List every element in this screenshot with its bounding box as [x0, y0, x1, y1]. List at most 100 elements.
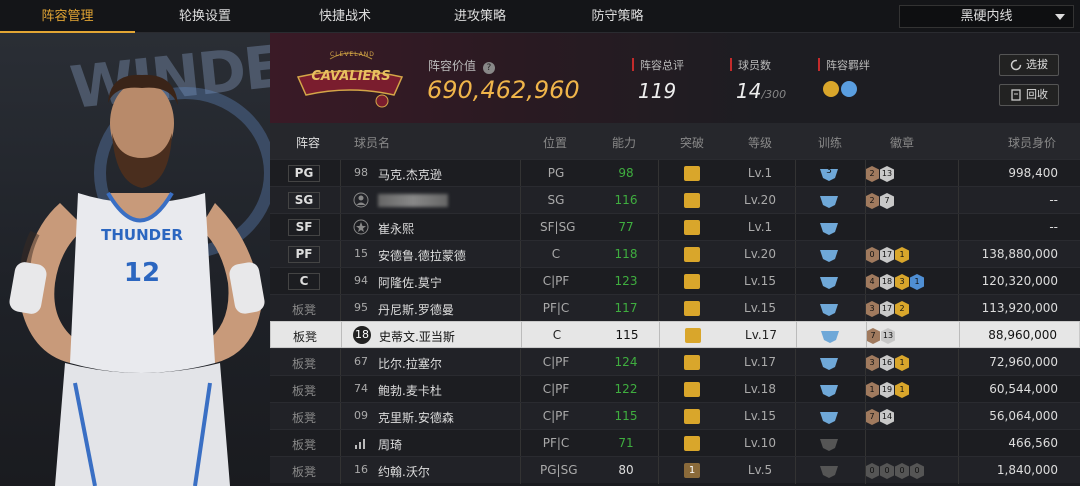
- badge-icon[interactable]: 18: [880, 274, 894, 290]
- player-level: Lv.18: [744, 382, 776, 396]
- training-icon[interactable]: [818, 220, 840, 235]
- badge-icon[interactable]: 2: [895, 301, 909, 317]
- training-icon[interactable]: [818, 463, 840, 478]
- player-ability: 124: [614, 355, 638, 369]
- player-level: Lv.5: [747, 463, 773, 477]
- table-row[interactable]: PF 15 安德鲁.德拉蒙德 C 118 Lv.20 0 17 1 138,880,000: [270, 240, 1080, 268]
- help-icon[interactable]: ?: [482, 62, 495, 74]
- training-icon[interactable]: [818, 355, 840, 370]
- player-value: 120,320,000: [981, 274, 1058, 288]
- tab-offense[interactable]: 进攻策略: [415, 0, 545, 33]
- player-position: C: [552, 328, 562, 342]
- player-position: PF|C: [542, 436, 570, 450]
- training-icon[interactable]: [818, 193, 840, 208]
- tab-lineup[interactable]: 阵容管理: [0, 0, 135, 33]
- jersey-team-text: THUNDER: [101, 226, 183, 244]
- badge-icon[interactable]: 17: [880, 301, 894, 317]
- table-row[interactable]: SF 崔永熙 SF|SG 77 Lv.1 --: [270, 213, 1080, 241]
- row-slot: 板凳: [291, 411, 316, 425]
- player-level: Lv.20: [744, 193, 776, 207]
- badge-icon[interactable]: 0: [895, 463, 909, 479]
- badge-icon[interactable]: 0: [880, 463, 894, 479]
- training-icon[interactable]: [818, 409, 840, 424]
- table-row[interactable]: 板凳 74 鲍勃.麦卡杜 C|PF 122 Lv.18 1 19 1 60,544,000: [270, 375, 1080, 403]
- header-training: 训练: [818, 136, 843, 150]
- table-row[interactable]: 板凳 16 约翰.沃尔 PG|SG 80 1 Lv.5 0 0 0 0 1,840,000: [270, 456, 1080, 484]
- badge-icon[interactable]: 2: [865, 193, 879, 209]
- player-position: C|PF: [542, 274, 570, 288]
- table-row[interactable]: 板凳 18 史蒂文.亚当斯 C 115 Lv.17 7 13 88,960,000: [270, 321, 1080, 349]
- player-value: 88,960,000: [988, 328, 1057, 342]
- badge-icon[interactable]: 3: [865, 301, 879, 317]
- crown-icon: [684, 166, 700, 181]
- recycle-button-label: 回收: [1026, 88, 1048, 101]
- bond-icons[interactable]: [823, 81, 857, 101]
- table-row[interactable]: 板凳 95 丹尼斯.罗德曼 PF|C 117 Lv.15 3 17 2 113,920,000: [270, 294, 1080, 322]
- bond-label: 阵容羁绊: [818, 57, 870, 73]
- row-slot: 板凳: [291, 384, 316, 398]
- badge-icon[interactable]: 7: [866, 328, 880, 344]
- player-ability: 115: [615, 328, 639, 342]
- rating-label-text: 阵容总评: [640, 59, 684, 72]
- table-row[interactable]: PG 98 马克.杰克逊 PG 98 Lv.1 3 2 13 998,400: [270, 159, 1080, 187]
- player-name-blurred: [378, 194, 448, 207]
- training-icon[interactable]: [819, 328, 841, 343]
- breakthrough-count: 1: [684, 463, 700, 478]
- badge-icon[interactable]: 1: [895, 247, 909, 263]
- recycle-button[interactable]: 回收: [999, 84, 1059, 106]
- roster-table: 阵容 球员名 位置 能力 突破 等级 训练 徽章 球员身价 PG 98 马克.杰克逊…: [270, 123, 1080, 484]
- badge-icon[interactable]: 0: [865, 463, 879, 479]
- badge-icon[interactable]: 13: [881, 328, 895, 344]
- row-slot: 板凳: [292, 330, 317, 344]
- badge-icon[interactable]: 1: [865, 382, 879, 398]
- training-icon[interactable]: [818, 274, 840, 289]
- badge-icon[interactable]: 2: [865, 166, 879, 182]
- badge-icon[interactable]: 0: [865, 247, 879, 263]
- logo-main-text: CAVALIERS: [311, 69, 391, 84]
- crown-icon: [684, 301, 700, 316]
- badge-icon[interactable]: 0: [910, 463, 924, 479]
- star-icon: [352, 219, 370, 238]
- training-icon[interactable]: [818, 247, 840, 262]
- row-slot: 板凳: [291, 357, 316, 371]
- select-button[interactable]: 选拔: [999, 54, 1059, 76]
- training-icon[interactable]: [818, 301, 840, 316]
- row-slot: PG: [288, 165, 320, 182]
- tab-defense[interactable]: 防守策略: [545, 0, 690, 33]
- badge-icon[interactable]: 13: [880, 166, 894, 182]
- strategy-dropdown[interactable]: 黑硬内线: [899, 5, 1074, 28]
- tab-rotation[interactable]: 轮换设置: [135, 0, 275, 33]
- table-row[interactable]: C 94 阿隆佐.莫宁 C|PF 123 Lv.15 4 18 3 1 120,320,000: [270, 267, 1080, 295]
- row-slot: SG: [288, 192, 320, 209]
- header-badges: 徽章: [890, 136, 915, 150]
- table-row[interactable]: 板凳 周琦 PF|C 71 Lv.10 466,560: [270, 429, 1080, 457]
- bond-blue-icon: [841, 81, 857, 97]
- table-row[interactable]: 板凳 09 克里斯.安德森 C|PF 115 Lv.15 7 14 56,064,000: [270, 402, 1080, 430]
- badge-icon[interactable]: 3: [865, 355, 879, 371]
- header-name: 球员名: [354, 136, 391, 150]
- player-count: 14/300: [736, 79, 786, 103]
- badge-icon[interactable]: 1: [910, 274, 924, 290]
- player-ability: 77: [618, 220, 634, 234]
- dropdown-value: 黑硬内线: [960, 9, 1013, 24]
- badge-icon[interactable]: 3: [895, 274, 909, 290]
- player-level: Lv.1: [747, 220, 773, 234]
- tab-tactics[interactable]: 快捷战术: [275, 0, 415, 33]
- team-value-label: 阵容价值 ?: [428, 57, 495, 74]
- badge-icon[interactable]: 1: [895, 355, 909, 371]
- badge-icon[interactable]: 7: [865, 409, 879, 425]
- crown-icon: [684, 274, 700, 289]
- table-row[interactable]: 板凳 67 比尔.拉塞尔 C|PF 124 Lv.17 3 16 1 72,960,000: [270, 348, 1080, 376]
- badge-icon[interactable]: 14: [880, 409, 894, 425]
- badge-icon[interactable]: 17: [880, 247, 894, 263]
- badge-icon[interactable]: 4: [865, 274, 879, 290]
- badge-icon[interactable]: 19: [880, 382, 894, 398]
- team-header: CLEVELAND CAVALIERS 阵容价值 ? 690,462,960 阵…: [270, 33, 1080, 123]
- training-icon[interactable]: [818, 436, 840, 451]
- badge-icon[interactable]: 16: [880, 355, 894, 371]
- badge-icon[interactable]: 7: [880, 193, 894, 209]
- table-row[interactable]: SG SG 116 Lv.20 2 7 --: [270, 186, 1080, 214]
- player-position: C|PF: [542, 409, 570, 423]
- training-icon[interactable]: [818, 382, 840, 397]
- badge-icon[interactable]: 1: [895, 382, 909, 398]
